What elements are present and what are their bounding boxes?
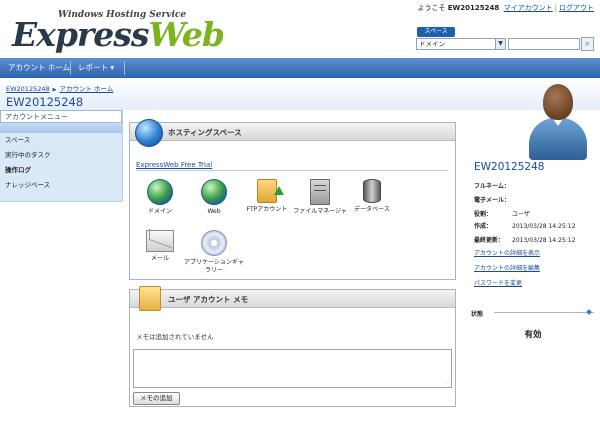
globe-icon [147, 179, 173, 205]
edit-account-details-link[interactable]: アカウントの詳細を編集 [474, 263, 540, 272]
header: Windows Hosting Service ExpressWeb ようこそ … [0, 0, 600, 58]
service-label: ドメイン [147, 208, 172, 215]
username: EW20125248 [447, 4, 500, 12]
memo-status-text: メモは追加されていません [136, 333, 214, 341]
status-label: 状態 [471, 311, 484, 318]
sidebar: アカウントメニュー スペース 実行中のタスク 操作ログ ナレッジベース [0, 110, 123, 202]
service-domains[interactable]: ドメイン [130, 179, 190, 216]
logo-part-web: Web [148, 15, 224, 54]
panel-header: ホスティングスペース [130, 119, 455, 147]
welcome-text: ようこそ [417, 4, 446, 12]
info-row-created: 作成： 2013/03/28 14:25:12 [474, 221, 575, 230]
info-label: 作成： [474, 223, 493, 230]
service-web[interactable]: Web [184, 179, 244, 216]
info-label: フルネーム： [474, 183, 510, 190]
sidebar-band [0, 123, 122, 133]
hosting-space-panel: ホスティングスペース ExpressWeb Free Trial ドメイン We… [129, 119, 456, 280]
nav-item-account-home[interactable]: アカウント ホーム [2, 58, 76, 78]
page-title: EW20125248 [6, 95, 84, 109]
service-mail[interactable]: メール [130, 230, 190, 263]
link-separator: | [554, 4, 557, 12]
nav-separator [70, 61, 71, 75]
search-icon: ⌕ [585, 39, 590, 48]
info-row-full-name: フルネーム： [474, 181, 512, 190]
plan-link[interactable]: ExpressWeb Free Trial [136, 161, 448, 171]
user-avatar-icon [525, 82, 591, 160]
status-marker-icon [586, 309, 592, 315]
logo-part-express: Express [12, 15, 149, 54]
panel-title: ホスティングスペース [168, 128, 242, 137]
info-value: 2013/03/28 14:25:12 [512, 237, 576, 244]
folder-upload-icon [257, 179, 284, 203]
sidebar-item-audit-log[interactable]: 操作ログ [0, 163, 122, 178]
my-account-link[interactable]: マイアカウント [504, 4, 553, 12]
search-button[interactable]: ⌕ [581, 37, 594, 51]
account-title: EW20125248 [474, 161, 545, 173]
sidebar-item-knowledge-base[interactable]: ナレッジベース [0, 178, 122, 193]
logo[interactable]: ExpressWeb [12, 15, 225, 54]
info-value: ユーザ [512, 211, 530, 218]
panel-title: ユーザ アカウント メモ [168, 295, 249, 304]
file-cabinet-icon [310, 179, 330, 205]
sidebar-header: アカウントメニュー [0, 110, 122, 123]
service-file-manager[interactable]: ファイルマネージャ [290, 179, 350, 216]
sidebar-item-spaces[interactable]: スペース [0, 133, 122, 148]
info-row-role: 役割： ユーザ [474, 209, 530, 218]
user-memo-panel: ユーザ アカウント メモ メモは追加されていません ⋰ メモの追加 [129, 286, 456, 407]
database-icon [363, 179, 381, 203]
info-label: 電子メール： [474, 197, 511, 204]
globe-icon [135, 119, 163, 147]
nav-item-reports[interactable]: レポート ▾ [72, 58, 120, 78]
avatar-head [543, 84, 573, 120]
resize-grip-icon[interactable]: ⋰ [444, 380, 450, 387]
info-row-updated: 最終更新： 2013/03/28 14:25:12 [474, 235, 575, 244]
space-select[interactable]: ドメイン ▼ [416, 38, 506, 50]
status-value: 有効 [524, 330, 542, 340]
info-row-email: 電子メール： [474, 195, 512, 204]
nav-separator [124, 61, 125, 75]
folder-icon [139, 286, 161, 311]
breadcrumb-account-home[interactable]: アカウント ホーム [59, 85, 113, 93]
title-area: EW20125248 ▶ アカウント ホーム EW20125248 [0, 78, 600, 110]
service-label: データベース [354, 206, 390, 213]
sidebar-item-running-tasks[interactable]: 実行中のタスク [0, 148, 122, 163]
breadcrumb: EW20125248 ▶ アカウント ホーム [6, 83, 113, 93]
breadcrumb-arrow-icon: ▶ [52, 87, 57, 93]
change-password-link[interactable]: パスワードを変更 [474, 278, 522, 287]
panel-header: ユーザ アカウント メモ [130, 286, 455, 311]
service-app-gallery[interactable]: アプリケーションギャラリー [184, 230, 244, 275]
service-label: メール [150, 255, 169, 262]
globe-icon [201, 179, 227, 205]
space-select-value: ドメイン [419, 40, 445, 48]
status-divider [494, 312, 594, 313]
breadcrumb-account[interactable]: EW20125248 [6, 85, 50, 93]
info-label: 役割： [474, 211, 493, 218]
mail-icon [146, 230, 174, 252]
service-ftp-accounts[interactable]: FTPアカウント [237, 179, 297, 214]
nav-bar: アカウント ホーム レポート ▾ [0, 58, 600, 78]
user-links: ようこそ EW20125248 マイアカウント | ログアウト [417, 3, 594, 13]
view-account-details-link[interactable]: アカウントの詳細を表示 [474, 248, 540, 257]
service-databases[interactable]: データベース [342, 179, 402, 214]
service-label: FTPアカウント [246, 206, 288, 213]
add-memo-button[interactable]: メモの追加 [133, 392, 180, 405]
memo-textarea[interactable]: ⋰ [133, 349, 452, 388]
service-label: ファイルマネージャ [293, 208, 347, 215]
space-tag: スペース [417, 27, 455, 37]
logout-link[interactable]: ログアウト [559, 4, 594, 12]
service-label: Web [207, 208, 221, 215]
service-label: アプリケーションギャラリー [184, 259, 244, 274]
cd-icon [201, 230, 227, 256]
info-value: 2013/03/28 14:25:12 [512, 223, 576, 230]
chevron-down-icon[interactable]: ▼ [495, 39, 505, 49]
search-input[interactable] [508, 38, 580, 50]
info-label: 最終更新： [474, 237, 505, 244]
